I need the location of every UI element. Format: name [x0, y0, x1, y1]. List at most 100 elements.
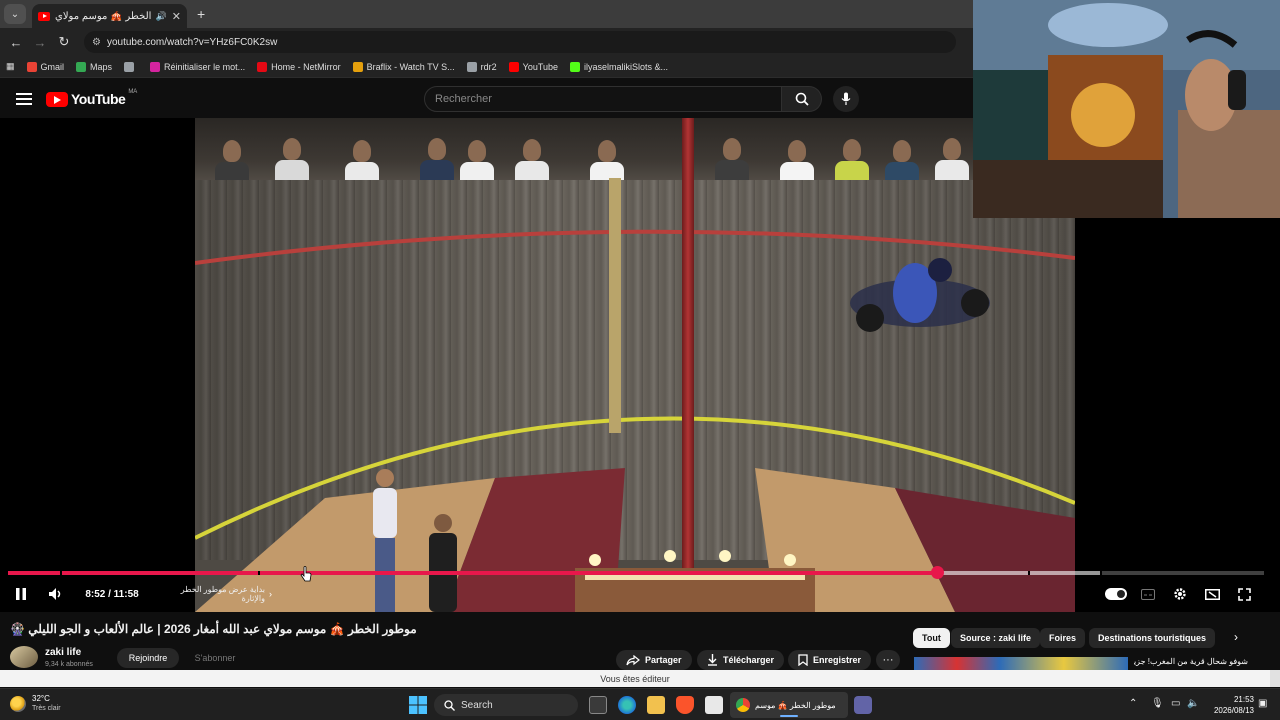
bookmark-favicon-icon [76, 61, 87, 72]
subscribe-button[interactable]: S'abonner [186, 648, 244, 668]
weather-icon [10, 695, 26, 712]
bookmark-item[interactable]: Maps [76, 61, 112, 72]
filter-chip[interactable]: Tout [913, 628, 950, 648]
bookmark-item[interactable]: Home - NetMirror [257, 61, 341, 72]
time-display: 8:52 / 11:58 [85, 588, 139, 600]
recommended-thumbnail[interactable] [914, 657, 1128, 670]
volume-icon[interactable]: 🔈 [1187, 698, 1199, 709]
chapter-title: بداية عرض موطور الخطر والإثارة [180, 585, 265, 603]
youtube-header: YouTube MA Rechercher [0, 80, 973, 118]
subtitles-button[interactable] [1139, 582, 1157, 606]
search-button[interactable] [782, 86, 822, 112]
taskbar: 32°C Très clair Search موطور الخطر 🎪 موس… [0, 688, 1280, 720]
bookmark-favicon-icon [257, 61, 268, 72]
bookmark-item[interactable]: ilyaselmalikiSlots &... [570, 61, 668, 72]
miniplayer-icon [1204, 588, 1220, 600]
filter-chip[interactable]: Source : zaki life [951, 628, 1041, 648]
reload-icon[interactable]: ↻ [52, 34, 76, 50]
video-info: 🎡 موطور الخطر 🎪 موسم مولاي عبد الله أمغا… [0, 612, 1280, 670]
menu-icon[interactable] [16, 93, 32, 105]
bookmark-item[interactable] [124, 61, 138, 72]
toggle-icon [1105, 588, 1127, 600]
share-button[interactable]: Partager [616, 650, 692, 670]
channel-avatar[interactable] [10, 646, 38, 668]
progress-bar[interactable] [8, 566, 1264, 579]
fullscreen-button[interactable] [1235, 582, 1253, 606]
youtube-play-icon [46, 91, 68, 107]
bookmark-item[interactable]: Réinitialiser le mot... [150, 61, 245, 72]
subtitles-icon [1141, 588, 1155, 600]
new-tab-button[interactable]: + [197, 6, 205, 22]
filter-chip[interactable]: Destinations touristiques [1089, 628, 1216, 648]
notification-icon[interactable]: ▣ [1258, 698, 1267, 709]
microphone-icon[interactable]: 🎙 [1151, 698, 1164, 709]
start-button[interactable] [409, 696, 427, 714]
motorcycle-rider [850, 258, 990, 332]
player-controls: 8:52 / 11:58 بداية عرض موطور الخطر والإث… [0, 582, 1280, 606]
brave-icon[interactable] [676, 696, 694, 714]
more-actions-button[interactable]: ··· [876, 650, 900, 670]
chrome-icon [736, 698, 750, 712]
apps-icon[interactable]: ▦ [6, 61, 15, 72]
download-button[interactable]: Télécharger [697, 650, 785, 670]
volume-icon [49, 588, 61, 600]
share-icon [626, 654, 640, 665]
forward-icon[interactable]: → [28, 35, 52, 50]
url-field[interactable]: ⚙ youtube.com/watch?v=YHz6FC0K2sw [84, 31, 956, 53]
bookmark-favicon-icon [570, 61, 581, 72]
url-text: youtube.com/watch?v=YHz6FC0K2sw [106, 36, 278, 48]
windows-icon [409, 696, 427, 714]
voice-search-button[interactable] [833, 86, 859, 112]
site-info-icon[interactable]: ⚙ [92, 37, 101, 48]
pause-button[interactable] [12, 582, 30, 606]
taskbar-search[interactable]: Search [434, 694, 578, 716]
chevron-right-icon[interactable]: › [1234, 630, 1238, 644]
teams-icon[interactable] [854, 696, 872, 714]
edge-icon[interactable] [618, 696, 636, 714]
store-icon[interactable] [705, 696, 723, 714]
bookmark-item[interactable]: Gmail [26, 61, 64, 72]
clock[interactable]: 21:53 2026/08/13 [1204, 694, 1254, 716]
tab-title: موطور الخطر 🎪 موسم مولاي [55, 10, 151, 22]
search-input[interactable]: Rechercher [424, 86, 782, 112]
chrome-taskbar-button[interactable]: موطور الخطر 🎪 موسم [730, 692, 848, 718]
temperature: 32°C [32, 694, 50, 703]
played-range [8, 571, 938, 575]
pause-icon [16, 588, 26, 600]
chevron-up-icon[interactable]: ⌃ [1129, 698, 1137, 709]
settings-button[interactable] [1171, 582, 1189, 606]
bookmark-favicon-icon [26, 61, 37, 72]
video-title: 🎡 موطور الخطر 🎪 موسم مولاي عبد الله أمغا… [10, 622, 417, 636]
miniplayer-button[interactable] [1203, 582, 1221, 606]
chapter-button[interactable]: بداية عرض موطور الخطر والإثارة › [160, 582, 272, 606]
browser-tab-bar: ⌄ موطور الخطر 🎪 موسم مولاي 🔊 ✕ + [0, 0, 973, 28]
speaker-icon[interactable]: 🔊 [156, 11, 167, 22]
webcam-overlay [973, 0, 1280, 218]
filter-chip[interactable]: Foires [1040, 628, 1086, 648]
bookmark-item[interactable]: YouTube [508, 61, 558, 72]
network-icon[interactable]: ▭ [1171, 698, 1180, 709]
save-button[interactable]: Enregistrer [788, 650, 872, 670]
tab-search-button[interactable]: ⌄ [4, 4, 26, 24]
bookmark-favicon-icon [508, 61, 519, 72]
bookmarks-bar: ▦ Gmail Maps Réinitialiser le mot... Home -… [0, 56, 973, 78]
recommended-title[interactable]: شوفو شحال قرية من المغرب! جزيرة [1134, 657, 1248, 666]
active-tab[interactable]: موطور الخطر 🎪 موسم مولاي 🔊 ✕ [32, 4, 187, 28]
microphone-icon [841, 92, 851, 105]
youtube-logo[interactable]: YouTube MA [46, 89, 137, 107]
video-frame[interactable] [195, 118, 1075, 612]
mouse-pointer-icon [300, 566, 312, 582]
bookmark-item[interactable]: Braflix - Watch TV S... [352, 61, 455, 72]
back-icon[interactable]: ← [4, 35, 28, 50]
volume-button[interactable] [46, 582, 66, 606]
join-button[interactable]: Rejoindre [117, 648, 179, 668]
channel-name[interactable]: zaki life [45, 647, 81, 658]
file-explorer-icon[interactable] [647, 696, 665, 714]
bookmark-item[interactable]: rdr2 [466, 61, 497, 72]
tab-close-button[interactable]: ✕ [172, 10, 181, 23]
task-view-icon[interactable] [589, 696, 607, 714]
scrollbar[interactable] [1270, 670, 1280, 687]
weather-widget[interactable]: 32°C Très clair [10, 694, 61, 713]
bookmark-icon [798, 654, 808, 666]
autoplay-toggle[interactable] [1104, 582, 1128, 606]
